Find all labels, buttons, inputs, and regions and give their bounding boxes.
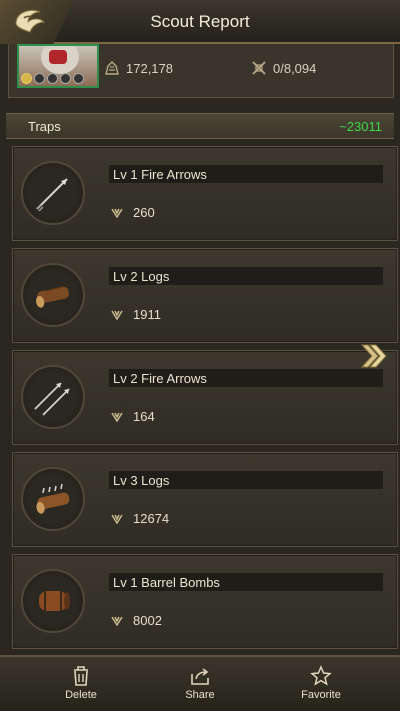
- favorite-button[interactable]: Favorite: [281, 665, 361, 701]
- star-rating: [21, 73, 84, 84]
- trap-item: Lv 3 Logs 12674: [12, 452, 398, 547]
- trap-name-bar: Lv 3 Logs: [109, 471, 383, 489]
- star-icon: [47, 73, 58, 84]
- trap-name: Lv 2 Logs: [113, 269, 170, 284]
- favorite-label: Favorite: [301, 689, 341, 701]
- player-avatar[interactable]: [17, 44, 99, 88]
- fire-arrow-icon: [36, 178, 68, 212]
- crossed-swords-icon: [252, 61, 266, 75]
- trap-count: 12674: [133, 511, 170, 526]
- trap-name: Lv 2 Fire Arrows: [113, 371, 207, 386]
- troop-count-icon: [111, 208, 123, 218]
- trap-count-row: 164: [111, 409, 155, 424]
- barrel-bomb-icon: [39, 591, 70, 611]
- troops-value: 0/8,094: [273, 60, 317, 76]
- trap-item: Lv 1 Barrel Bombs 8002: [12, 554, 398, 649]
- trap-count: 8002: [133, 613, 162, 628]
- trap-icon-frame: [21, 365, 85, 429]
- traps-header: Traps ~23011: [6, 113, 394, 139]
- trap-count: 1911: [133, 307, 161, 322]
- next-report-chevron-icon[interactable]: [360, 343, 388, 369]
- double-arrow-icon: [34, 382, 70, 416]
- avatar-mark: [49, 50, 67, 64]
- log-icon: [36, 286, 69, 308]
- trap-item: Lv 1 Fire Arrows 260: [12, 146, 398, 241]
- trap-count-row: 8002: [111, 613, 162, 628]
- star-outline-icon: [310, 665, 332, 686]
- trap-icon-frame: [21, 467, 85, 531]
- trap-count: 260: [133, 205, 155, 220]
- top-bar: Scout Report: [0, 0, 400, 44]
- traps-label: Traps: [28, 119, 61, 134]
- spiked-log-icon: [36, 483, 70, 514]
- trap-count-row: 12674: [111, 511, 169, 526]
- troop-count-icon: [111, 514, 123, 524]
- delete-button[interactable]: Delete: [41, 665, 121, 701]
- trap-name: Lv 3 Logs: [113, 473, 170, 488]
- troops-stat: 0/8,094: [251, 60, 316, 76]
- star-icon: [34, 73, 45, 84]
- delete-label: Delete: [65, 689, 97, 701]
- star-icon: [21, 73, 32, 84]
- trap-icon-frame: [21, 161, 85, 225]
- star-icon: [73, 73, 84, 84]
- trap-count-row: 260: [111, 205, 155, 220]
- traps-total: ~23011: [339, 119, 382, 134]
- trap-icon-frame: [21, 263, 85, 327]
- bottom-bar: Delete Share Favorite: [0, 655, 400, 711]
- share-button[interactable]: Share: [160, 665, 240, 701]
- power-icon: [105, 61, 119, 75]
- troop-count-icon: [111, 412, 123, 422]
- trash-icon: [74, 666, 88, 686]
- trap-name: Lv 1 Barrel Bombs: [113, 575, 220, 590]
- player-card: 172,178 0/8,094: [8, 44, 394, 98]
- troop-count-icon: [111, 616, 123, 626]
- trap-count-row: 1911: [111, 307, 161, 322]
- trap-item: Lv 2 Logs 1911: [12, 248, 398, 343]
- share-icon: [191, 668, 209, 685]
- trap-item: Lv 2 Fire Arrows 164: [12, 350, 398, 445]
- troop-count-icon: [111, 310, 123, 320]
- star-icon: [60, 73, 71, 84]
- trap-name-bar: Lv 1 Fire Arrows: [109, 165, 383, 183]
- page-title: Scout Report: [150, 12, 250, 31]
- trap-icon-frame: [21, 569, 85, 633]
- share-label: Share: [185, 689, 215, 701]
- trap-name-bar: Lv 2 Fire Arrows: [109, 369, 383, 387]
- trap-count: 164: [133, 409, 155, 424]
- trap-name-bar: Lv 1 Barrel Bombs: [109, 573, 383, 591]
- trap-name-bar: Lv 2 Logs: [109, 267, 383, 285]
- trap-name: Lv 1 Fire Arrows: [113, 167, 207, 182]
- power-value: 172,178: [126, 60, 173, 76]
- power-stat: 172,178: [104, 60, 173, 76]
